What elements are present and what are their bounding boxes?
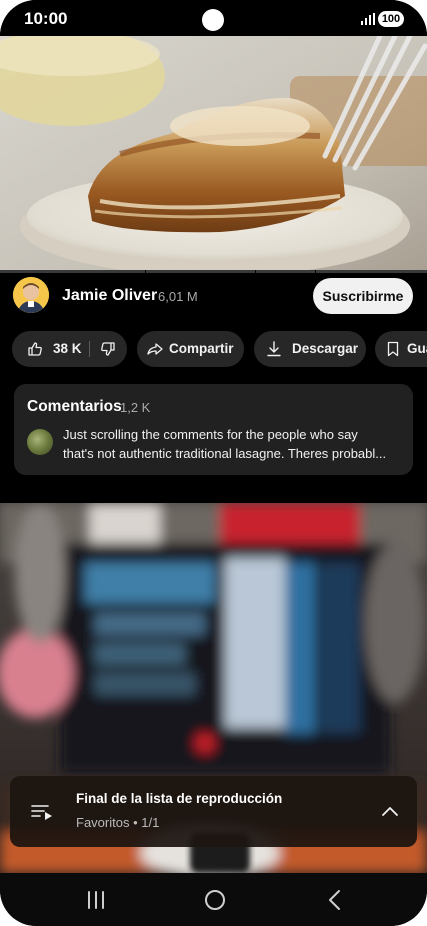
- top-comment-line-2: that's not authentic traditional lasagne…: [63, 446, 387, 461]
- video-progress-bar[interactable]: [0, 270, 427, 273]
- download-icon: [267, 341, 281, 357]
- signal-icon: [361, 13, 375, 25]
- video-frame: [0, 36, 427, 272]
- status-time: 10:00: [24, 9, 68, 28]
- share-button[interactable]: Compartir: [137, 331, 244, 367]
- top-comment-line-1: Just scrolling the comments for the peop…: [63, 427, 358, 442]
- commenter-avatar: [27, 429, 53, 455]
- playlist-bar[interactable]: Final de la lista de reproducción Favori…: [10, 776, 417, 847]
- save-label: Gua: [407, 341, 427, 356]
- top-comment: Just scrolling the comments for the peop…: [63, 425, 403, 463]
- channel-row: Jamie Oliver 6,01 M Suscribirme: [0, 274, 427, 320]
- status-bar: 10:00 100: [0, 0, 427, 36]
- subscriber-count: 6,01 M: [158, 289, 198, 304]
- camera-cutout: [202, 9, 224, 31]
- playlist-play-icon: [31, 805, 52, 820]
- phone-screen: 10:00 100 Jamie Oliver 6,01 M Suscribirm…: [0, 0, 427, 926]
- save-button[interactable]: Gua: [375, 331, 427, 367]
- subscribe-button[interactable]: Suscribirme: [313, 278, 413, 314]
- recent-apps-icon[interactable]: [81, 887, 111, 913]
- chevron-up-icon[interactable]: [380, 802, 400, 822]
- comments-title: Comentarios: [27, 398, 122, 415]
- playlist-subtitle: Favoritos • 1/1: [76, 815, 160, 830]
- like-dislike-chip[interactable]: 38 K: [12, 331, 127, 367]
- channel-avatar-image: [13, 277, 49, 313]
- home-icon[interactable]: [200, 887, 230, 913]
- action-bar: 38 K Compartir Descargar Gua: [0, 331, 427, 367]
- bookmark-icon: [387, 341, 399, 357]
- thumb-down-icon[interactable]: [100, 341, 116, 357]
- video-player[interactable]: [0, 36, 427, 272]
- share-label: Compartir: [169, 341, 234, 356]
- back-icon[interactable]: [320, 887, 350, 913]
- channel-avatar[interactable]: [13, 277, 49, 313]
- thumb-up-icon[interactable]: [27, 341, 43, 357]
- share-icon: [147, 343, 163, 355]
- chip-divider: [89, 341, 90, 357]
- comments-count: 1,2 K: [120, 400, 151, 415]
- download-button[interactable]: Descargar: [254, 331, 366, 367]
- comments-card[interactable]: Comentarios 1,2 K Just scrolling the com…: [14, 384, 413, 475]
- download-label: Descargar: [292, 341, 359, 356]
- channel-name[interactable]: Jamie Oliver: [62, 287, 157, 305]
- like-count: 38 K: [53, 341, 82, 356]
- playlist-title: Final de la lista de reproducción: [76, 791, 283, 806]
- battery-icon: 100: [378, 11, 404, 27]
- system-nav-bar: [0, 873, 427, 926]
